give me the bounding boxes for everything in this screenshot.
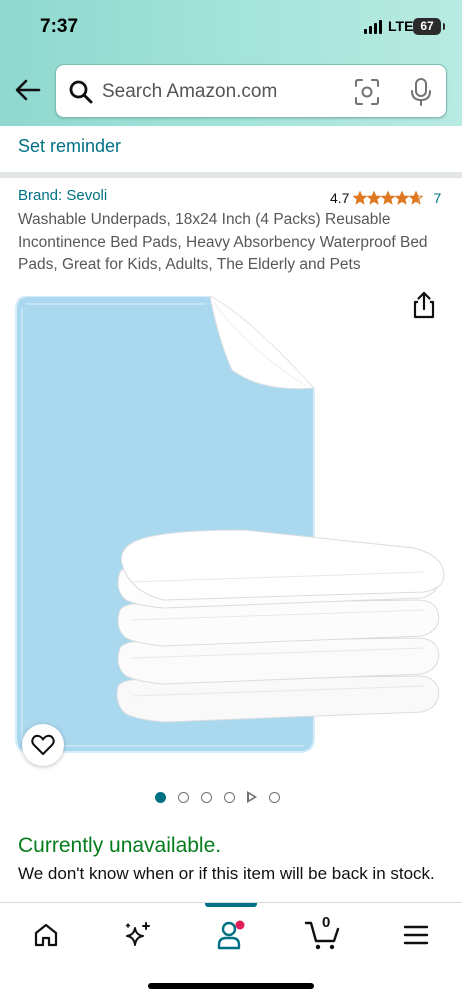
star-icon [395, 191, 410, 205]
product-image[interactable] [14, 296, 454, 756]
home-icon [34, 923, 58, 947]
section-divider [0, 172, 462, 178]
camera-scan-icon[interactable] [354, 78, 380, 106]
microphone-icon[interactable] [408, 77, 434, 107]
wishlist-button[interactable] [22, 724, 64, 766]
carousel-dot[interactable] [155, 791, 166, 803]
search-bar[interactable] [55, 64, 447, 118]
rating-count[interactable]: 7 [433, 190, 441, 206]
brand-link[interactable]: Brand: Sevoli [18, 187, 107, 204]
active-tab-indicator [205, 903, 257, 907]
image-carousel-indicator[interactable] [155, 791, 292, 803]
share-icon[interactable] [410, 291, 438, 319]
star-icon [409, 191, 424, 205]
star-icon [381, 191, 396, 205]
star-icon [353, 191, 368, 205]
battery-icon: 67 [413, 18, 445, 35]
nav-account[interactable] [211, 917, 251, 953]
star-rating [353, 191, 424, 205]
sparkle-icon [125, 922, 150, 946]
availability-status: Currently unavailable. [18, 834, 222, 857]
status-time: 7:37 [40, 16, 79, 37]
rating-value: 4.7 [330, 190, 350, 206]
product-page: 7:37 LTE 67 Set reminder Brand: Sevoli 4… [0, 0, 462, 1000]
availability-note: We don't know when or if this item will … [18, 864, 435, 883]
carousel-dot[interactable] [224, 791, 235, 803]
carousel-dot[interactable] [269, 791, 280, 803]
account-icon [217, 920, 245, 950]
header-background: 7:37 LTE 67 [0, 0, 462, 126]
carousel-dot[interactable] [201, 791, 212, 803]
back-button[interactable] [12, 74, 44, 106]
carousel-dot[interactable] [178, 791, 189, 803]
star-icon [367, 191, 382, 205]
nav-home[interactable] [26, 917, 66, 953]
nav-menu[interactable] [396, 917, 436, 953]
product-title: Washable Underpads, 18x24 Inch (4 Packs)… [18, 211, 428, 274]
home-indicator [148, 983, 314, 989]
set-reminder-link[interactable]: Set reminder [18, 136, 121, 157]
rating-summary[interactable]: 4.7 7 [330, 189, 441, 207]
video-indicator-icon[interactable] [247, 791, 257, 803]
menu-icon [403, 925, 429, 945]
cart-count: 0 [322, 914, 331, 931]
nav-sparkle[interactable] [118, 917, 158, 953]
signal-icon [364, 20, 384, 34]
heart-icon [31, 734, 55, 755]
network-type: LTE [388, 18, 414, 34]
status-bar: 7:37 LTE 67 [0, 0, 462, 54]
search-input[interactable] [102, 79, 342, 105]
search-icon [69, 80, 93, 104]
back-arrow-icon [15, 79, 41, 101]
